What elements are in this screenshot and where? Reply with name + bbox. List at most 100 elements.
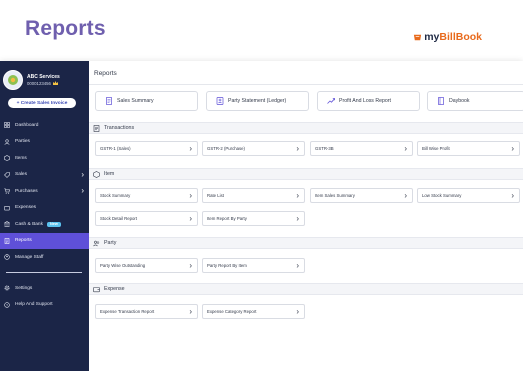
report-card-expense-category[interactable]: Expense Category Report › [202,304,305,319]
section-expense: Expense [89,283,523,295]
sidebar-item-label: Manage Staff [15,254,44,260]
chevron-right-icon: › [296,190,299,200]
sidebar-item-reports[interactable]: Reports [0,232,89,249]
report-card-label: GSTR-1 (Sales) [100,146,131,151]
sidebar: ABC Services 0000123456 + Create Sales I… [0,61,89,371]
sidebar-item-label: Dashboard [15,122,39,128]
chevron-right-icon: › [189,213,192,223]
book-icon [438,97,444,105]
create-sales-invoice-button[interactable]: + Create Sales Invoice [8,98,76,108]
sidebar-divider [6,272,82,273]
chevron-right-icon: › [296,306,299,316]
report-card-label: Party Wise Outstanding [100,263,146,268]
party-icon [93,240,100,246]
business-profile[interactable]: ABC Services 0000123456 [0,61,89,90]
report-card-label: Party Report By Item [207,263,247,268]
sidebar-item-label: Settings [15,285,33,291]
report-card-expense-transaction[interactable]: Expense Transaction Report › [95,304,198,319]
section-title: Party [104,240,117,246]
section-title: Transactions [104,125,135,131]
chevron-right-icon: › [189,260,192,270]
report-card-stock-detail[interactable]: Stock Detail Report › [95,211,198,226]
report-card-low-stock-summary[interactable]: Low Stock Summary › [417,188,520,203]
report-card-label: GSTR-3B [315,146,334,151]
report-card-gstr3b[interactable]: GSTR-3B › [310,141,413,156]
report-card-party-report-by-item[interactable]: Party Report By Item › [202,258,305,273]
section-item: Item [89,168,523,180]
report-card-rate-list[interactable]: Rate List › [202,188,305,203]
chevron-right-icon: › [296,260,299,270]
quick-link-daybook[interactable]: Daybook [427,91,523,111]
report-card-label: Item Sales Summary [315,193,355,198]
crown-icon [52,81,58,86]
sidebar-item-label: Reports [15,238,32,244]
chevron-right-icon: › [511,190,514,200]
business-phone: 0000123456 [27,80,51,86]
document-icon [93,124,100,132]
sidebar-item-expenses[interactable]: Expenses [0,200,89,217]
dashboard-icon [4,122,10,129]
report-card-gstr2[interactable]: GSTR-2 (Purchase) › [202,141,305,156]
business-logo-icon [8,75,18,85]
quick-link-label: Daybook [449,98,470,104]
report-card-label: Bill Wise Profit [422,146,450,151]
sidebar-item-parties[interactable]: Parties [0,134,89,151]
chevron-right-icon: › [81,186,84,196]
sidebar-item-help-support[interactable]: ? Help And Support [0,297,89,314]
sidebar-item-items[interactable]: Items [0,150,89,167]
report-card-party-wise-outstanding[interactable]: Party Wise Outstanding › [95,258,198,273]
quick-link-profit-loss[interactable]: Profit And Loss Report [317,91,420,111]
sidebar-nav: Dashboard Parties Items Sales › Purchase… [0,117,89,266]
chevron-right-icon: › [189,190,192,200]
reports-icon [4,237,10,244]
report-card-label: Expense Transaction Report [100,309,155,314]
sidebar-item-settings[interactable]: Settings [0,280,89,297]
item-icon [93,170,100,178]
report-card-gstr1[interactable]: GSTR-1 (Sales) › [95,141,198,156]
sidebar-item-manage-staff[interactable]: Manage Staff [0,249,89,266]
sidebar-item-label: Help And Support [15,302,53,308]
report-card-stock-summary[interactable]: Stock Summary › [95,188,198,203]
brand-name: BillBook [439,31,482,43]
report-card-label: Rate List [207,193,224,198]
quick-link-party-statement[interactable]: Party Statement (Ledger) [206,91,309,111]
sidebar-item-purchases[interactable]: Purchases › [0,183,89,200]
chevron-right-icon: › [404,143,407,153]
section-title: Expense [104,286,125,292]
document-icon [106,97,112,105]
report-card-label: Expense Category Report [207,309,257,314]
sidebar-item-label: Sales [15,172,27,178]
quick-link-label: Sales Summary [117,98,154,104]
chevron-right-icon: › [189,143,192,153]
sidebar-item-label: Parties [15,139,30,145]
expense-icon [93,286,100,292]
mybillbook-logo-icon [414,34,422,40]
sidebar-bottom-nav: Settings ? Help And Support [0,280,89,313]
section-transactions: Transactions [89,122,523,134]
report-card-bill-wise-profit[interactable]: Bill Wise Profit › [417,141,520,156]
quick-link-sales-summary[interactable]: Sales Summary [95,91,198,111]
sidebar-item-label: Expenses [15,205,37,211]
report-card-label: Stock Summary [100,193,131,198]
business-avatar [3,70,23,90]
title-divider [89,84,523,85]
chevron-right-icon: › [189,306,192,316]
sidebar-item-label: Items [15,155,27,161]
chevron-right-icon: › [296,213,299,223]
sidebar-item-dashboard[interactable]: Dashboard [0,117,89,134]
section-party: Party [89,237,523,249]
report-card-item-report-by-party[interactable]: Item Report By Party › [202,211,305,226]
report-card-label: Item Report By Party [207,216,247,221]
parties-icon [4,139,10,145]
report-card-item-sales-summary[interactable]: Item Sales Summary › [310,188,413,203]
sales-icon [4,171,10,178]
trend-chart-icon [327,98,335,104]
sidebar-item-sales[interactable]: Sales › [0,167,89,184]
quick-link-label: Party Statement (Ledger) [228,98,287,104]
wallet-icon [4,205,10,211]
report-card-label: Stock Detail Report [100,216,138,221]
gear-icon [4,285,10,291]
brand-prefix: my [424,31,440,43]
sidebar-item-cash-bank[interactable]: Cash & Bank New [0,216,89,233]
section-title: Item [104,171,115,177]
